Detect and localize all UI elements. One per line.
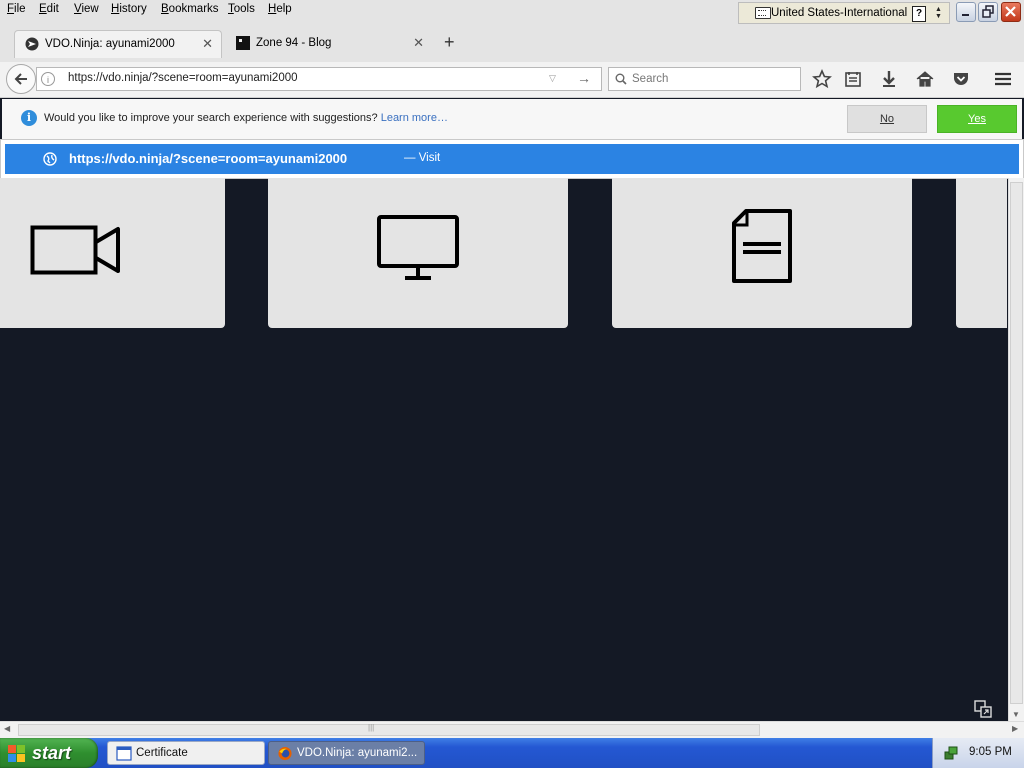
document-icon (732, 209, 792, 283)
minimize-icon (962, 14, 969, 16)
tab-label: Zone 94 - Blog (256, 37, 332, 49)
home-icon[interactable] (914, 68, 936, 90)
language-options-icon[interactable]: ▲ ▼ (935, 6, 942, 20)
horizontal-scrollbar[interactable]: ◀ ||| ▶ (0, 721, 1024, 738)
tab-vdo-ninja[interactable]: VDO.Ninja: ayunami2000 ✕ (14, 30, 222, 58)
search-icon (615, 73, 627, 85)
pocket-icon[interactable] (950, 68, 972, 90)
yes-button[interactable]: Yes (937, 105, 1017, 133)
language-bar[interactable]: United States-International ? ▲ ▼ (738, 2, 950, 24)
keyboard-icon (755, 7, 771, 19)
learn-more-link[interactable]: Learn more… (381, 112, 448, 124)
scroll-left-icon[interactable]: ◀ (4, 724, 10, 733)
monitor-icon (377, 215, 459, 280)
autocomplete-result[interactable]: https://vdo.ninja/?scene=room=ayunami200… (5, 144, 1019, 174)
search-box[interactable]: Search (608, 67, 801, 91)
back-arrow-icon (14, 73, 27, 85)
menu-tools[interactable]: Tools (228, 3, 255, 15)
url-bar[interactable]: i https://vdo.ninja/?scene=room=ayunami2… (36, 67, 602, 91)
menu-view[interactable]: View (74, 3, 99, 15)
tab-label: VDO.Ninja: ayunami2000 (45, 38, 175, 50)
globe-icon (43, 152, 57, 166)
scroll-down-icon[interactable]: ▼ (1012, 710, 1020, 719)
close-icon (1005, 6, 1016, 17)
info-icon: i (21, 110, 37, 126)
camera-share-card[interactable] (0, 178, 225, 328)
hamburger-menu-icon[interactable] (992, 68, 1014, 90)
autocomplete-action: — Visit (404, 152, 441, 164)
autocomplete-url: https://vdo.ninja/?scene=room=ayunami200… (69, 151, 348, 166)
windows-logo-icon (8, 745, 25, 762)
file-share-card[interactable] (612, 178, 912, 328)
menu-help[interactable]: Help (268, 3, 292, 15)
language-label: United States-International (771, 7, 908, 19)
window-resize-icon[interactable] (974, 700, 992, 718)
reading-list-icon[interactable] (842, 68, 864, 90)
camera-icon (30, 225, 120, 275)
taskbar-item-label: Certificate (136, 747, 188, 759)
go-arrow-icon[interactable]: → (577, 70, 591, 86)
firefox-icon (278, 746, 292, 761)
scroll-grip-icon: ||| (368, 723, 375, 732)
back-button[interactable] (6, 64, 36, 94)
url-input[interactable]: https://vdo.ninja/?scene=room=ayunami200… (68, 72, 298, 84)
start-button[interactable]: start (0, 738, 98, 768)
tab-close-icon[interactable]: ✕ (413, 35, 424, 51)
taskbar-item-firefox[interactable]: VDO.Ninja: ayunami2... (268, 741, 425, 765)
taskbar-item-label: VDO.Ninja: ayunami2... (297, 747, 418, 759)
language-help-icon[interactable]: ? (912, 6, 926, 22)
partial-card[interactable] (956, 178, 1007, 328)
vertical-scroll-thumb[interactable] (1010, 182, 1023, 704)
search-input[interactable]: Search (632, 73, 668, 85)
bookmark-star-icon[interactable] (811, 68, 833, 90)
horizontal-scroll-thumb[interactable] (18, 724, 760, 736)
close-window-button[interactable] (1001, 2, 1021, 22)
system-tray: 9:05 PM (932, 738, 1024, 768)
restore-button[interactable] (978, 2, 998, 22)
restore-icon (982, 5, 994, 18)
network-tray-icon[interactable] (943, 745, 959, 761)
tab-zone94[interactable]: Zone 94 - Blog ✕ (226, 30, 432, 58)
menu-bookmarks[interactable]: Bookmarks (161, 3, 219, 15)
downloads-icon[interactable] (878, 68, 900, 90)
menu-history[interactable]: History (111, 3, 147, 15)
start-label: start (32, 743, 72, 763)
history-dropdown-icon[interactable]: ▽ (549, 73, 556, 84)
vdo-ninja-favicon (25, 37, 39, 51)
certificate-window-icon (116, 746, 132, 761)
taskbar-item-certificate[interactable]: Certificate (107, 741, 265, 765)
tab-close-icon[interactable]: ✕ (202, 36, 213, 52)
menu-edit[interactable]: Edit (39, 3, 59, 15)
screen-share-card[interactable] (268, 178, 568, 328)
minimize-button[interactable] (956, 2, 976, 22)
zone94-favicon (236, 36, 250, 50)
notification-message: Would you like to improve your search ex… (44, 112, 378, 124)
site-info-icon[interactable]: i (41, 72, 55, 86)
system-clock[interactable]: 9:05 PM (969, 746, 1012, 758)
new-tab-button[interactable]: + (444, 32, 455, 53)
menu-file[interactable]: File (7, 3, 26, 15)
scroll-right-icon[interactable]: ▶ (1012, 724, 1018, 733)
vertical-scrollbar[interactable]: ▼ (1008, 178, 1024, 721)
no-button[interactable]: No (847, 105, 927, 133)
